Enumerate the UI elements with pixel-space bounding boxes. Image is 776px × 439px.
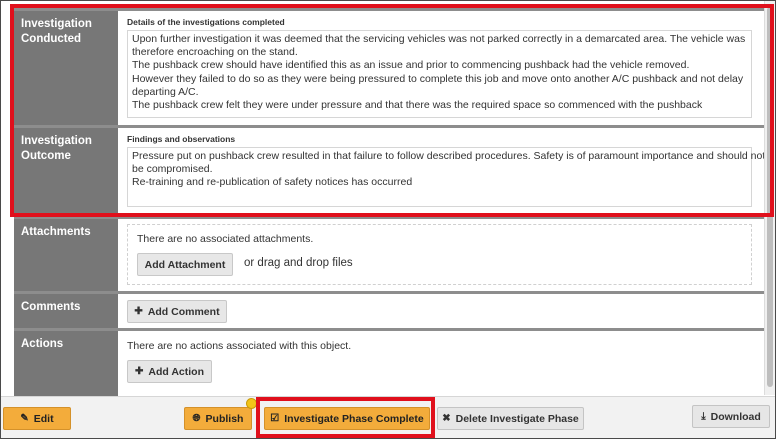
add-action-label: Add Action bbox=[148, 365, 204, 378]
edit-label: Edit bbox=[33, 412, 54, 425]
add-comment-button[interactable]: ✚ Add Comment bbox=[127, 300, 227, 323]
delete-phase-label: Delete Investigate Phase bbox=[455, 412, 579, 425]
text-line: therefore encroaching on the stand. bbox=[132, 46, 298, 59]
drag-drop-text: or drag and drop files bbox=[244, 257, 353, 269]
text-line: The pushback crew should have identified… bbox=[132, 59, 690, 72]
check-square-icon: ☑ bbox=[270, 413, 280, 424]
footer-toolbar: ✎ Edit 🌐︎ Publish ☑ Investigate Phase Co… bbox=[1, 396, 775, 438]
text-line: Upon further investigation it was deemed… bbox=[132, 33, 746, 45]
publish-label: Publish bbox=[205, 412, 244, 425]
attachments-label: Attachments bbox=[14, 219, 118, 294]
no-actions-text: There are no actions associated with thi… bbox=[127, 340, 352, 352]
plus-icon: ✚ bbox=[135, 366, 144, 377]
add-action-button[interactable]: ✚ Add Action bbox=[127, 360, 212, 383]
no-attachments-text: There are no associated attachments. bbox=[137, 233, 314, 245]
download-label: Download bbox=[710, 410, 761, 423]
notification-badge bbox=[246, 398, 257, 409]
add-attachment-button[interactable]: Add Attachment bbox=[137, 253, 233, 276]
investigation-details-field[interactable]: Upon further investigation it was deemed… bbox=[127, 30, 752, 118]
attachments-section: Attachments There are no associated atta… bbox=[14, 216, 770, 294]
findings-field[interactable]: Pressure put on pushback crew resulted i… bbox=[127, 147, 766, 207]
actions-section: Actions There are no actions associated … bbox=[14, 328, 770, 399]
text-line: be compromised. bbox=[132, 163, 213, 176]
text-line: Pressure put on pushback crew resulted i… bbox=[132, 150, 766, 162]
text-line: departing A/C. bbox=[132, 85, 199, 98]
investigation-conducted-section: Investigation Conducted Details of the i… bbox=[14, 8, 770, 128]
close-icon: ✖ bbox=[442, 413, 451, 424]
vertical-scrollbar[interactable] bbox=[764, 1, 775, 395]
investigation-outcome-subheading: Findings and observations bbox=[127, 134, 236, 144]
investigation-conducted-subheading: Details of the investigations completed bbox=[127, 17, 285, 27]
attachment-drop-zone[interactable]: There are no associated attachments. Add… bbox=[127, 224, 752, 285]
investigation-outcome-label: Investigation Outcome bbox=[14, 128, 118, 219]
text-line: Re-training and re-publication of safety… bbox=[132, 176, 413, 189]
text-line: However they failed to do so as they wer… bbox=[132, 72, 744, 85]
download-icon: ⤓ bbox=[701, 411, 706, 422]
investigate-complete-label: Investigate Phase Complete bbox=[284, 412, 424, 425]
label-line: Conducted bbox=[21, 33, 82, 45]
investigate-complete-button[interactable]: ☑ Investigate Phase Complete bbox=[264, 407, 430, 430]
download-button[interactable]: ⤓ Download bbox=[692, 405, 770, 428]
label-line: Outcome bbox=[21, 150, 71, 162]
label-line: Investigation bbox=[21, 135, 92, 147]
investigation-outcome-section: Investigation Outcome Findings and obser… bbox=[14, 125, 770, 219]
label-line: Investigation bbox=[21, 18, 92, 30]
actions-label: Actions bbox=[14, 331, 118, 399]
plus-icon: ✚ bbox=[134, 306, 143, 317]
scrollbar-thumb[interactable] bbox=[767, 7, 773, 387]
comments-label: Comments bbox=[14, 294, 118, 331]
edit-icon: ✎ bbox=[20, 413, 29, 424]
edit-button[interactable]: ✎ Edit bbox=[3, 407, 71, 430]
comments-section: Comments ✚ Add Comment bbox=[14, 291, 770, 331]
globe-icon: 🌐︎ bbox=[192, 413, 201, 424]
investigation-conducted-label: Investigation Conducted bbox=[14, 11, 118, 128]
delete-phase-button[interactable]: ✖ Delete Investigate Phase bbox=[437, 407, 584, 430]
publish-button[interactable]: 🌐︎ Publish bbox=[184, 407, 252, 430]
text-line: The pushback crew felt they were under p… bbox=[132, 99, 703, 112]
add-comment-label: Add Comment bbox=[147, 305, 220, 318]
